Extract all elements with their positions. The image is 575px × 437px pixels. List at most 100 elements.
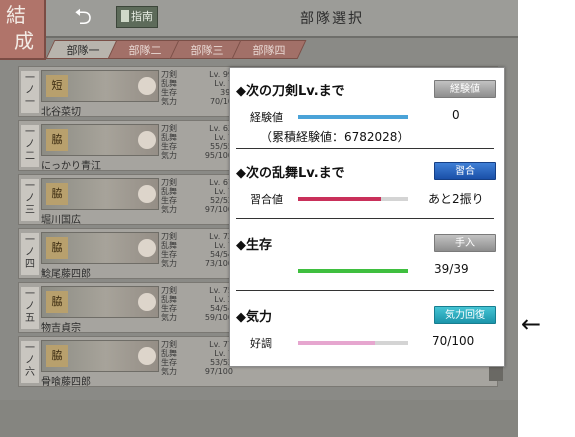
ranbu-title: ◆次の乱舞Lv.まで	[236, 166, 345, 181]
stat-key: 乱舞	[161, 295, 177, 304]
slot-label: 一ノ二	[21, 125, 39, 167]
stat-key: 気力	[161, 313, 177, 322]
stat-line: 気力 97/100	[161, 205, 233, 214]
sword-portrait[interactable]: 脇	[41, 340, 159, 372]
stat-key: 刀剣	[161, 124, 177, 133]
divider	[236, 218, 494, 219]
stat-line: 乱舞 Lv. 7	[161, 241, 233, 250]
flower-icon	[138, 239, 156, 257]
stat-line: 生存 54/54	[161, 250, 233, 259]
sword-type-badge: 脇	[46, 345, 68, 367]
tab-label: 部隊四	[252, 44, 286, 57]
stat-line: 気力 73/100	[161, 259, 233, 268]
slot-label: 一ノ五	[21, 287, 39, 329]
stat-key: 乱舞	[161, 133, 177, 142]
back-icon[interactable]: ⮌	[70, 5, 96, 31]
stat-line: 乱舞 Lv. 2	[161, 295, 233, 304]
stat-key: 乱舞	[161, 241, 177, 250]
sword-stats: 刀剣 Lv. 67 乱舞 Lv. 7 生存 52/52 気力 97/100	[161, 178, 233, 214]
stat-key: 刀剣	[161, 178, 177, 187]
ranbu-section: ◆次の乱舞Lv.まで 習合 習合値 あと2振り	[236, 162, 500, 212]
stat-line: 刀剣 Lv. 72	[161, 232, 233, 241]
stat-line: 気力 97/100	[161, 367, 233, 376]
status-popup: ◆次の刀剣Lv.まで 経験値 経験値 0 （累積経験値：6782028） ◆次の…	[229, 67, 505, 367]
sword-stats: 刀剣 Lv. 75 乱舞 Lv. 2 生存 54/54 気力 59/100	[161, 286, 233, 322]
ranbu-bar-fill	[298, 197, 381, 201]
morale-bar	[298, 341, 408, 345]
stat-line: 刀剣 Lv. 99	[161, 70, 233, 79]
morale-section: ◆気力 気力回復 好調 70/100	[236, 306, 500, 356]
exp-total: （累積経験値：6782028）	[260, 130, 410, 144]
exp-title: ◆次の刀剣Lv.まで	[236, 84, 345, 99]
tab-unit-4[interactable]: 部隊四	[231, 40, 307, 59]
sword-stats: 刀剣 Lv. 72 乱舞 Lv. 7 生存 54/54 気力 73/100	[161, 232, 233, 268]
sword-portrait[interactable]: 短	[41, 70, 159, 102]
sword-type-badge: 脇	[46, 237, 68, 259]
sword-portrait[interactable]: 脇	[41, 178, 159, 210]
survival-bar	[298, 269, 408, 273]
divider	[236, 290, 494, 291]
exp-label: 経験値	[250, 111, 283, 124]
stat-key: 気力	[161, 151, 177, 160]
shugou-button[interactable]: 習合	[434, 162, 496, 180]
morale-value: 70/100	[432, 334, 475, 348]
stat-key: 生存	[161, 250, 177, 259]
stat-key: 乱舞	[161, 187, 177, 196]
formation-logo: 結 成	[0, 0, 46, 60]
stat-line: 生存 39/	[161, 88, 233, 97]
sword-portrait[interactable]: 脇	[41, 286, 159, 318]
morale-label: 好調	[250, 337, 272, 350]
repair-button[interactable]: 手入	[434, 234, 496, 252]
sword-portrait[interactable]: 脇	[41, 232, 159, 264]
stat-key: 生存	[161, 358, 177, 367]
book-icon	[121, 10, 129, 22]
tab-label: 部隊二	[128, 44, 162, 57]
survival-title: ◆生存	[236, 238, 272, 253]
stat-value: 97/100	[204, 367, 233, 376]
morale-title: ◆気力	[236, 310, 272, 325]
top-bar: ⮌ 指南 部隊選択	[0, 0, 518, 38]
sword-name: 堀川国広	[41, 215, 81, 226]
morale-bar-fill	[298, 341, 375, 345]
ranbu-bar	[298, 197, 408, 201]
flower-icon	[138, 347, 156, 365]
tab-label: 部隊三	[190, 44, 224, 57]
flower-icon	[138, 77, 156, 95]
survival-value: 39/39	[434, 262, 469, 276]
sword-type-badge: 脇	[46, 291, 68, 313]
stat-key: 生存	[161, 304, 177, 313]
sword-portrait[interactable]: 脇	[41, 124, 159, 156]
divider	[236, 148, 494, 149]
sword-type-badge: 脇	[46, 183, 68, 205]
exp-bar-fill	[298, 115, 408, 119]
stat-line: 刀剣 Lv. 75	[161, 286, 233, 295]
exp-value: 0	[452, 108, 460, 122]
stat-line: 気力 59/100	[161, 313, 233, 322]
flower-icon	[138, 185, 156, 203]
sword-name: 北谷菜切	[41, 107, 81, 118]
sword-stats: 刀剣 Lv. 99 乱舞 Lv. 7 生存 39/気力 70/10	[161, 70, 233, 106]
stat-key: 刀剣	[161, 232, 177, 241]
sword-name: 物吉貞宗	[41, 323, 81, 334]
stat-line: 気力 70/10	[161, 97, 233, 106]
stat-line: 乱舞 Lv. 7	[161, 79, 233, 88]
stat-key: 気力	[161, 205, 177, 214]
tab-label: 部隊一	[66, 44, 100, 57]
logo-char-1: 結	[6, 3, 26, 27]
stat-line: 乱舞 Lv. 7	[161, 187, 233, 196]
exp-button[interactable]: 経験値	[434, 80, 496, 98]
stat-line: 刀剣 Lv. 63	[161, 124, 233, 133]
survival-bar-fill	[298, 269, 408, 273]
sword-name: 鯰尾藤四郎	[41, 269, 91, 280]
stat-line: 生存 52/52	[161, 196, 233, 205]
exp-section: ◆次の刀剣Lv.まで 経験値 経験値 0 （累積経験値：6782028）	[236, 80, 500, 150]
stat-key: 気力	[161, 259, 177, 268]
morale-recover-button[interactable]: 気力回復	[434, 306, 496, 324]
guide-button[interactable]: 指南	[116, 6, 158, 28]
screen-title: 部隊選択	[300, 11, 364, 27]
bottom-bar	[0, 400, 518, 437]
flower-icon	[138, 293, 156, 311]
stat-key: 生存	[161, 142, 177, 151]
sword-stats: 刀剣 Lv. 63 乱舞 Lv. 7 生存 55/55 気力 95/100	[161, 124, 233, 160]
sword-stats: 刀剣 Lv. 77 乱舞 Lv. 7 生存 53/53 気力 97/100	[161, 340, 233, 376]
